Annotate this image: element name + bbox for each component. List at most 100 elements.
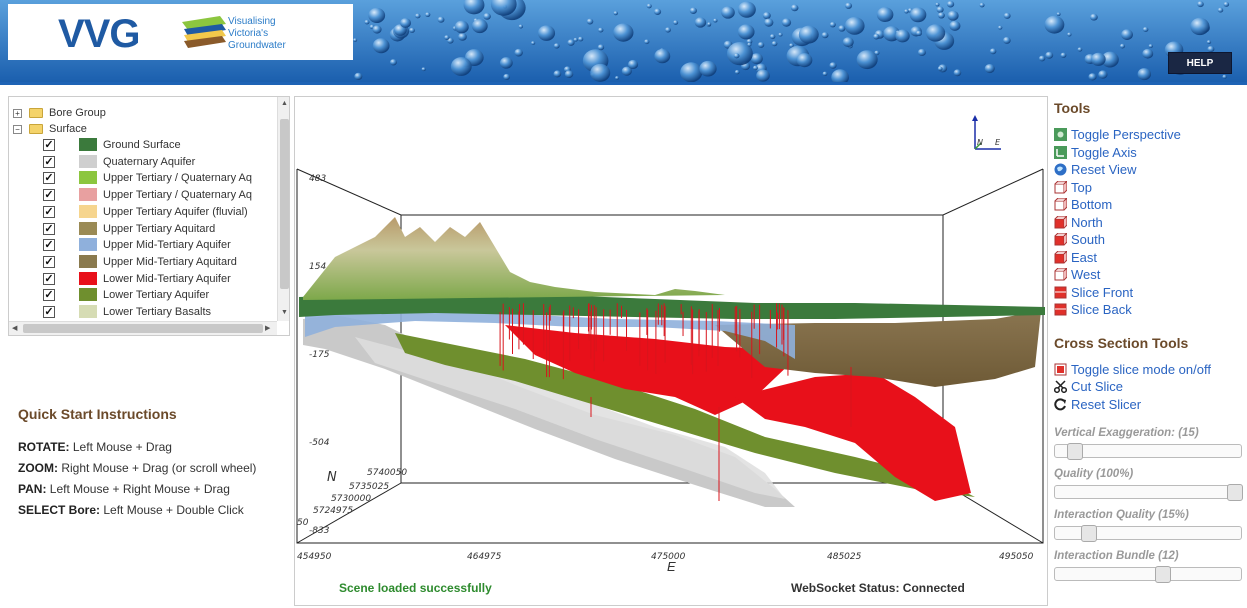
x-tick-label: 485025 — [827, 552, 862, 562]
layer-item[interactable]: ✓ Upper Mid-Tertiary Aquifer — [9, 237, 277, 253]
layer-checkbox[interactable]: ✓ — [43, 255, 55, 268]
slider-track[interactable] — [1054, 525, 1242, 542]
layer-item[interactable]: ✓ Ground Surface — [9, 137, 277, 153]
tool-toggle-axis[interactable]: Toggle Axis — [1054, 144, 1244, 162]
layer-item[interactable]: ✓ Upper Tertiary Aquifer (fluvial) — [9, 204, 277, 220]
layer-item[interactable]: ✓ Upper Tertiary / Quaternary Aq — [9, 170, 277, 186]
tool-south[interactable]: South — [1054, 231, 1244, 249]
instruction-select: SELECT Bore: Left Mouse + Double Click — [18, 503, 244, 517]
terrain-mountains — [303, 217, 725, 300]
layer-label: Quaternary Aquifer — [103, 155, 196, 168]
slider-thumb[interactable] — [1067, 443, 1084, 460]
cross-tool-reset-slicer[interactable]: Reset Slicer — [1054, 396, 1244, 414]
layers-logo-icon — [182, 16, 226, 48]
axis-icon — [1054, 145, 1067, 159]
globe-icon — [1054, 163, 1067, 176]
layer-item[interactable]: ✓ Quaternary Aquifer — [9, 154, 277, 170]
collapse-icon[interactable]: − — [13, 125, 22, 134]
tool-east[interactable]: East — [1054, 249, 1244, 267]
tree-horizontal-scrollbar[interactable]: ◀ ▶ — [9, 321, 277, 335]
slider-track[interactable] — [1054, 443, 1242, 460]
layer-item[interactable]: ✓ Lower Tertiary Aquifer — [9, 287, 277, 303]
slider-thumb[interactable] — [1227, 484, 1243, 501]
layer-label: Lower Mid-Tertiary Aquifer — [103, 272, 231, 285]
layer-checkbox[interactable]: ✓ — [43, 306, 55, 318]
tool-top[interactable]: Top — [1054, 179, 1244, 197]
layer-label: Upper Mid-Tertiary Aquifer — [103, 239, 231, 252]
compass-icon: N E — [972, 115, 1001, 150]
layer-color-swatch — [79, 171, 97, 185]
tool-reset-view[interactable]: Reset View — [1054, 161, 1244, 179]
cross-tool-toggle-slice-mode-on-off[interactable]: Toggle slice mode on/off — [1054, 361, 1244, 379]
slider-label: Quality (100%) — [1054, 468, 1134, 480]
layer-item[interactable]: ✓ Lower Tertiary Basalts — [9, 304, 277, 320]
tool-north[interactable]: North — [1054, 214, 1244, 232]
slider-thumb[interactable] — [1154, 566, 1171, 583]
slider-track[interactable] — [1054, 484, 1243, 501]
layer-item[interactable]: ✓ Upper Tertiary / Quaternary Aq — [9, 187, 277, 203]
layer-tree[interactable]: + Bore Group − Surface ✓ Ground Surface ✓ Q… — [8, 96, 290, 336]
x-tick-label: 495050 — [999, 552, 1034, 562]
slider-label: Interaction Quality (15%) — [1054, 509, 1189, 521]
layer-label: Upper Mid-Tertiary Aquitard — [103, 255, 237, 268]
scroll-thumb[interactable] — [280, 119, 289, 289]
tool-label: Top — [1071, 179, 1092, 195]
tool-toggle-perspective[interactable]: Toggle Perspective — [1054, 126, 1244, 144]
layer-label: Upper Tertiary Aquifer (fluvial) — [103, 205, 248, 218]
layer-checkbox[interactable]: ✓ — [43, 289, 55, 302]
layer-item[interactable]: ✓ Lower Mid-Tertiary Aquifer — [9, 271, 277, 287]
tool-label: Toggle Axis — [1071, 144, 1137, 160]
scroll-thumb[interactable] — [23, 324, 263, 333]
quick-start-panel: Quick Start Instructions ROTATE: Left Mo… — [18, 406, 290, 524]
layer-checkbox[interactable]: ✓ — [43, 155, 55, 168]
layer-checkbox[interactable]: ✓ — [43, 139, 55, 151]
3d-viewer[interactable]: 483 154 -175 -504 -833 5740050 5735025 5… — [294, 96, 1048, 606]
tool-west[interactable]: West — [1054, 266, 1244, 284]
layer-checkbox[interactable]: ✓ — [43, 189, 55, 202]
tool-label: North — [1071, 214, 1103, 230]
svg-text:N: N — [977, 138, 983, 147]
cross-tool-cut-slice[interactable]: Cut Slice — [1053, 378, 1244, 396]
help-button[interactable]: HELP — [1168, 52, 1232, 74]
scroll-right-icon[interactable]: ▶ — [265, 324, 270, 332]
slider-track[interactable] — [1054, 566, 1242, 583]
z-tick-label: -833 — [309, 526, 330, 536]
layer-checkbox[interactable]: ✓ — [43, 222, 55, 235]
logo: VVG Visualising Victoria's Groundwater — [8, 4, 353, 60]
tree-vertical-scrollbar[interactable]: ▲ ▼ — [277, 97, 289, 321]
layer-label: Ground Surface — [103, 139, 181, 151]
layer-checkbox[interactable]: ✓ — [43, 172, 55, 185]
3d-scene[interactable]: 483 154 -175 -504 -833 5740050 5735025 5… — [295, 97, 1047, 567]
layer-checkbox[interactable]: ✓ — [43, 205, 55, 218]
instruction-rotate: ROTATE: Left Mouse + Drag — [18, 440, 172, 454]
slider-label: Interaction Bundle (12) — [1054, 550, 1179, 562]
instruction-zoom: ZOOM: Right Mouse + Drag (or scroll whee… — [18, 461, 257, 475]
tool-list: Toggle Perspective Toggle Axis Reset View T… — [1054, 126, 1244, 319]
layer-color-swatch — [79, 154, 97, 168]
expand-icon[interactable]: + — [13, 109, 22, 118]
scissors-icon — [1053, 380, 1068, 394]
tool-label: East — [1071, 249, 1098, 265]
scroll-left-icon[interactable]: ◀ — [12, 324, 17, 332]
cube-south-icon — [1054, 231, 1069, 246]
scroll-down-icon[interactable]: ▼ — [281, 309, 288, 316]
layer-checkbox[interactable]: ✓ — [43, 272, 55, 285]
layer-label: Lower Tertiary Aquifer — [103, 289, 210, 302]
layer-item[interactable]: ✓ Upper Tertiary Aquitard — [9, 221, 277, 237]
layer-label: Upper Tertiary / Quaternary Aq — [103, 172, 252, 185]
tool-bottom[interactable]: Bottom — [1054, 196, 1244, 214]
tool-slice-back[interactable]: Slice Back — [1054, 301, 1244, 319]
logo-text: VVG — [58, 12, 140, 56]
reset-icon — [1054, 397, 1067, 411]
layer-color-swatch — [79, 138, 97, 151]
tool-label: Reset Slicer — [1071, 396, 1142, 412]
layer-checkbox[interactable]: ✓ — [43, 239, 55, 252]
tool-label: Toggle slice mode on/off — [1071, 361, 1211, 377]
slice-mode-icon — [1054, 363, 1067, 376]
z-tick-label: -175 — [309, 350, 330, 360]
layer-item[interactable]: ✓ Upper Mid-Tertiary Aquitard — [9, 254, 277, 270]
cube-north-icon — [1054, 214, 1069, 229]
slider-thumb[interactable] — [1080, 525, 1097, 542]
tool-slice-front[interactable]: Slice Front — [1054, 284, 1244, 302]
scroll-up-icon[interactable]: ▲ — [281, 100, 288, 107]
